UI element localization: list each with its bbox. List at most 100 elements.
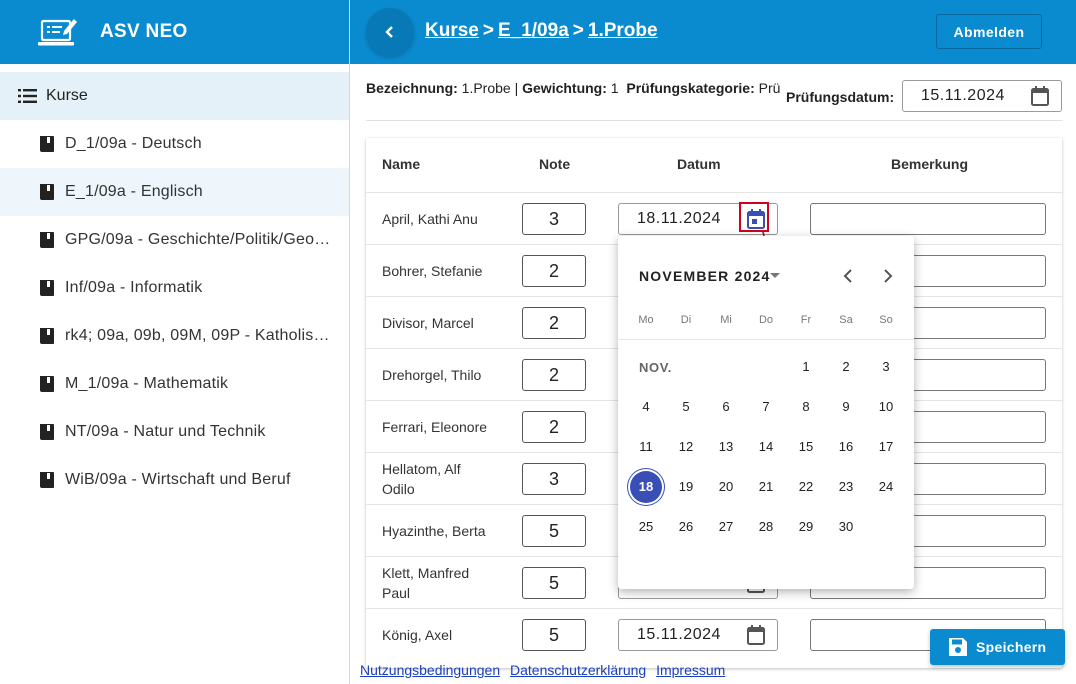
link-nutzungsbedingungen[interactable]: Nutzungsbedingungen — [360, 662, 500, 678]
sidebar-item-label: GPG/09a - Geschichte/Politik/Geographie — [65, 231, 337, 248]
calendar-day[interactable]: 19 — [668, 469, 704, 505]
calendar-day[interactable]: 13 — [708, 429, 744, 465]
note-input[interactable]: 5 — [522, 515, 586, 547]
calendar-icon[interactable] — [747, 625, 765, 645]
sidebar-item-wirtschaft[interactable]: WiB/09a - Wirtschaft und Beruf — [0, 456, 349, 504]
link-datenschutz[interactable]: Datenschutzerklärung — [510, 662, 646, 678]
month-year-label[interactable]: NOVEMBER 2024 — [639, 268, 771, 284]
sidebar-item-label: Inf/09a - Informatik — [65, 279, 203, 296]
calendar-day[interactable]: 3 — [868, 349, 904, 385]
weekday-label: So — [879, 314, 893, 326]
calendar-day[interactable]: 30 — [828, 509, 864, 545]
divider — [366, 120, 1062, 121]
sidebar-item-label: M_1/09a - Mathematik — [65, 375, 229, 392]
calendar-day[interactable]: 26 — [668, 509, 704, 545]
logout-button[interactable]: Abmelden — [936, 14, 1042, 49]
note-input[interactable]: 2 — [522, 255, 586, 287]
calendar-day[interactable]: 21 — [748, 469, 784, 505]
book-icon — [40, 280, 54, 296]
caret-down-icon[interactable] — [770, 273, 780, 278]
student-name: König, Axel — [382, 627, 453, 643]
pruefungsdatum-value: 15.11.2024 — [921, 87, 1005, 104]
book-icon — [40, 424, 54, 440]
breadcrumb-kurse[interactable]: Kurse — [425, 20, 479, 41]
sidebar-item-gpg[interactable]: GPG/09a - Geschichte/Politik/Geographie — [0, 216, 349, 264]
course-list: D_1/09a - Deutsch E_1/09a - Englisch GPG… — [0, 120, 349, 504]
kategorie-label: Prüfungskategorie: — [626, 80, 755, 96]
calendar-icon[interactable] — [1031, 86, 1049, 106]
sidebar-item-informatik[interactable]: Inf/09a - Informatik — [0, 264, 349, 312]
breadcrumb-separator: > — [572, 20, 584, 41]
calendar-day[interactable]: 20 — [708, 469, 744, 505]
sidebar-item-label: D_1/09a - Deutsch — [65, 135, 202, 152]
chevron-right-icon[interactable] — [878, 266, 898, 286]
column-header-datum: Datum — [677, 156, 721, 172]
breadcrumb-course[interactable]: E_1/09a — [498, 20, 569, 41]
calendar-day[interactable]: 25 — [628, 509, 664, 545]
sidebar-item-natur-technik[interactable]: NT/09a - Natur und Technik — [0, 408, 349, 456]
note-input[interactable]: 3 — [522, 203, 586, 235]
column-header-note: Note — [539, 156, 571, 172]
student-name: Divisor, Marcel — [382, 315, 474, 331]
pruefungsdatum-field[interactable]: 15.11.2024 — [902, 80, 1062, 112]
bezeichnung-label: Bezeichnung: — [366, 80, 458, 96]
book-icon — [40, 136, 54, 152]
note-input[interactable]: 2 — [522, 359, 586, 391]
calendar-day[interactable]: 23 — [828, 469, 864, 505]
calendar-day[interactable]: 27 — [708, 509, 744, 545]
sidebar-item-englisch[interactable]: E_1/09a - Englisch — [0, 168, 349, 216]
link-impressum[interactable]: Impressum — [656, 662, 725, 678]
calendar-day[interactable]: 14 — [748, 429, 784, 465]
calendar-day[interactable]: 29 — [788, 509, 824, 545]
book-icon — [40, 472, 54, 488]
sidebar-header-kurse[interactable]: Kurse — [0, 72, 349, 120]
kategorie-value: Prü — [758, 80, 781, 96]
student-name: Hyazinthe, Berta — [382, 523, 486, 539]
calendar-day[interactable]: 2 — [828, 349, 864, 385]
calendar-day[interactable]: 22 — [788, 469, 824, 505]
note-input[interactable]: 2 — [522, 307, 586, 339]
calendar-day[interactable]: 4 — [628, 389, 664, 425]
note-input[interactable]: 2 — [522, 411, 586, 443]
chevron-left-icon[interactable] — [838, 266, 858, 286]
back-button[interactable] — [366, 8, 414, 56]
calendar-day[interactable]: 8 — [788, 389, 824, 425]
calendar-day[interactable]: 9 — [828, 389, 864, 425]
calendar-day[interactable]: 7 — [748, 389, 784, 425]
app-title: ASV NEO — [100, 21, 188, 42]
sidebar-item-deutsch[interactable]: D_1/09a - Deutsch — [0, 120, 349, 168]
calendar-day[interactable]: 17 — [868, 429, 904, 465]
sidebar-item-mathematik[interactable]: M_1/09a - Mathematik — [0, 360, 349, 408]
save-button[interactable]: Speichern — [930, 629, 1065, 665]
book-icon — [40, 328, 54, 344]
calendar-day[interactable]: 6 — [708, 389, 744, 425]
date-input[interactable]: 15.11.2024 — [618, 619, 778, 651]
calendar-day[interactable]: 1 — [788, 349, 824, 385]
chevron-left-icon — [385, 26, 393, 38]
list-icon — [18, 89, 37, 103]
breadcrumb-exam[interactable]: 1.Probe — [588, 20, 658, 41]
laptop-edit-icon — [38, 19, 77, 46]
note-input[interactable]: 3 — [522, 463, 586, 495]
calendar-day[interactable]: 28 — [748, 509, 784, 545]
calendar-day[interactable]: 10 — [868, 389, 904, 425]
note-input[interactable]: 5 — [522, 619, 586, 651]
student-name: April, Kathi Anu — [382, 211, 478, 227]
bemerkung-input[interactable] — [810, 203, 1046, 235]
note-input[interactable]: 5 — [522, 567, 586, 599]
book-icon — [40, 376, 54, 392]
calendar-day-selected[interactable]: 18 — [628, 469, 664, 505]
gewichtung-label: Gewichtung: — [522, 80, 607, 96]
sidebar-item-religion[interactable]: rk4; 09a, 09b, 09M, 09P - Katholische Re… — [0, 312, 349, 360]
calendar-day[interactable]: 16 — [828, 429, 864, 465]
sidebar-item-label: E_1/09a - Englisch — [65, 183, 203, 200]
column-header-name: Name — [382, 156, 421, 172]
calendar-day[interactable]: 5 — [668, 389, 704, 425]
student-name: Hellatom, Alf Odilo — [382, 461, 461, 497]
calendar-day[interactable]: 11 — [628, 429, 664, 465]
calendar-day[interactable]: 24 — [868, 469, 904, 505]
calendar-day[interactable]: 12 — [668, 429, 704, 465]
weekday-label: Sa — [839, 314, 853, 326]
calendar-day[interactable]: 15 — [788, 429, 824, 465]
book-icon — [40, 232, 54, 248]
